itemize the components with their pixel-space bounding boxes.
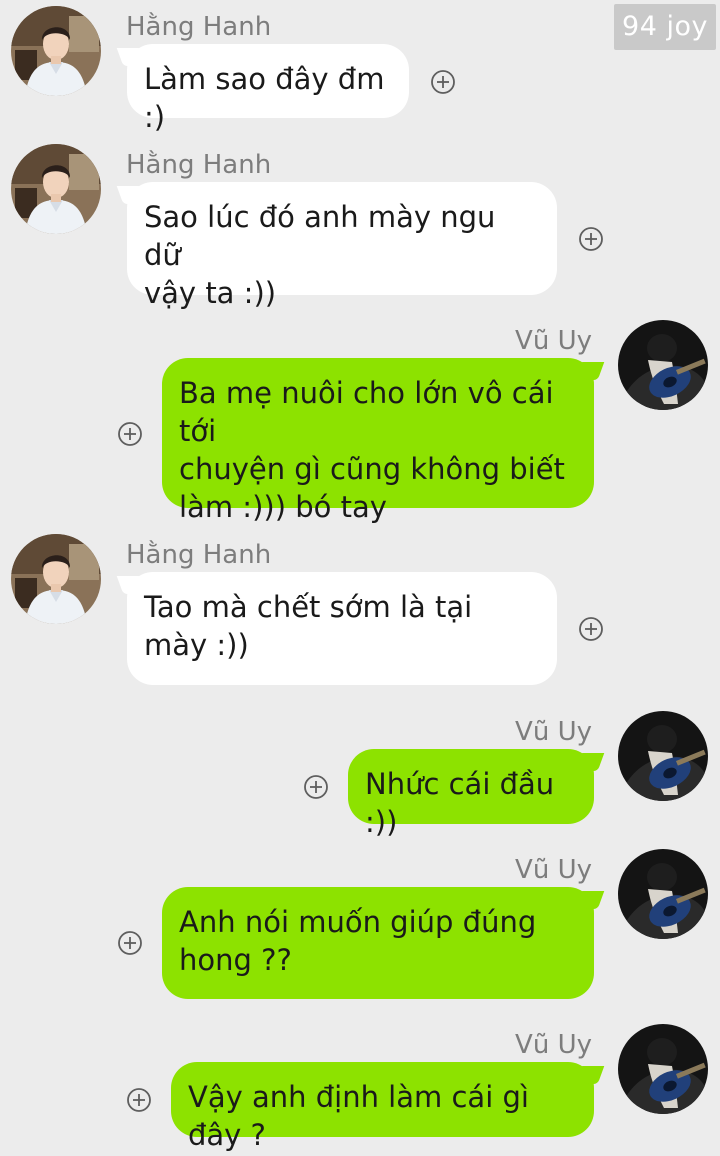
avatar[interactable]	[11, 144, 101, 234]
plus-circle-icon	[126, 1087, 152, 1113]
plus-circle-icon	[578, 616, 604, 642]
sender-name: Vũ Uy	[515, 855, 592, 885]
plus-circle-icon	[578, 226, 604, 252]
message-bubble[interactable]: Làm sao đây đm :)	[127, 44, 409, 134]
avatar-vu-icon	[618, 1024, 708, 1114]
message-text: Ba mẹ nuôi cho lớn vô cái tới chuyện gì …	[179, 376, 565, 524]
message-text: Anh nói muốn giúp đúng hong ??	[179, 905, 537, 977]
message-bubble[interactable]: Anh nói muốn giúp đúng hong ??	[162, 887, 594, 999]
message-bubble[interactable]: Sao lúc đó anh mày ngu dữ vậy ta :))	[127, 182, 557, 310]
plus-circle-icon	[117, 421, 143, 447]
message-text: Nhức cái đầu :))	[365, 767, 564, 839]
message-text: Vậy anh định làm cái gì đây ?	[188, 1080, 539, 1152]
add-reaction-button[interactable]	[578, 226, 604, 252]
message-text: Sao lúc đó anh mày ngu dữ vậy ta :))	[144, 200, 496, 310]
message-text: Tao mà chết sớm là tại mày :))	[144, 590, 473, 662]
avatar[interactable]	[618, 1024, 708, 1114]
avatar-hang-icon	[11, 6, 101, 96]
avatar-hang-icon	[11, 144, 101, 234]
avatar[interactable]	[618, 320, 708, 410]
message-bubble[interactable]: Ba mẹ nuôi cho lớn vô cái tới chuyện gì …	[162, 358, 594, 524]
plus-circle-icon	[303, 774, 329, 800]
plus-circle-icon	[430, 69, 456, 95]
add-reaction-button[interactable]	[578, 616, 604, 642]
add-reaction-button[interactable]	[117, 930, 143, 956]
avatar-vu-icon	[618, 711, 708, 801]
sender-name: Hằng Hanh	[126, 12, 272, 42]
message-bubble[interactable]: Tao mà chết sớm là tại mày :))	[127, 572, 557, 685]
message-bubble[interactable]: Vậy anh định làm cái gì đây ?	[171, 1062, 594, 1152]
message-bubble[interactable]: Nhức cái đầu :))	[348, 749, 594, 839]
avatar[interactable]	[618, 711, 708, 801]
sender-name: Vũ Uy	[515, 1030, 592, 1060]
add-reaction-button[interactable]	[117, 421, 143, 447]
add-reaction-button[interactable]	[303, 774, 329, 800]
watermark: 94 joy	[614, 4, 716, 50]
sender-name: Hằng Hanh	[126, 150, 272, 180]
add-reaction-button[interactable]	[126, 1087, 152, 1113]
add-reaction-button[interactable]	[430, 69, 456, 95]
avatar-vu-icon	[618, 849, 708, 939]
message-text: Làm sao đây đm :)	[144, 62, 394, 134]
sender-name: Hằng Hanh	[126, 540, 272, 570]
avatar[interactable]	[11, 6, 101, 96]
plus-circle-icon	[117, 930, 143, 956]
avatar[interactable]	[11, 534, 101, 624]
avatar-hang-icon	[11, 534, 101, 624]
avatar-vu-icon	[618, 320, 708, 410]
sender-name: Vũ Uy	[515, 326, 592, 356]
sender-name: Vũ Uy	[515, 717, 592, 747]
avatar[interactable]	[618, 849, 708, 939]
